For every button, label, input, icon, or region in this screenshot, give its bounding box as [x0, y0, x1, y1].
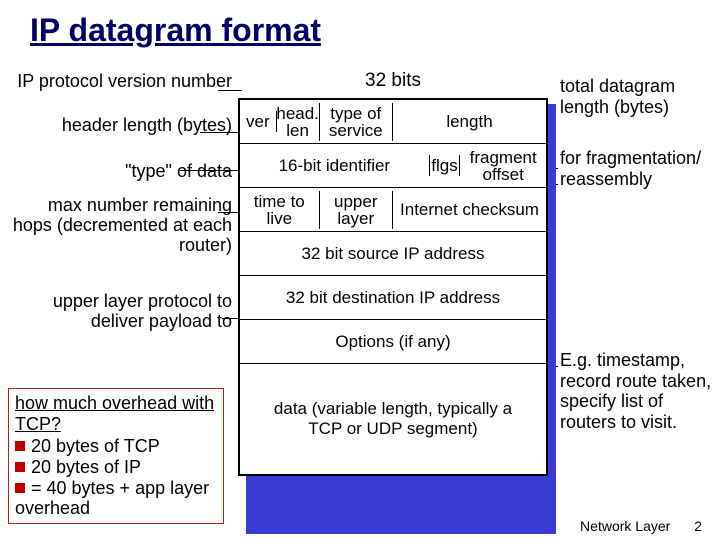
overhead-bullet-1: 20 bytes of TCP	[15, 436, 219, 457]
cell-ident: 16-bit identifier	[240, 155, 430, 176]
overhead-bullet-2: 20 bytes of IP	[15, 457, 219, 478]
footer-label: Network Layer	[580, 518, 670, 534]
cell-upper: upper layer	[320, 191, 393, 229]
cell-ttl: time to live	[240, 191, 320, 229]
datagram-diagram: 32 bits ver head. len type of service le…	[238, 70, 548, 476]
cell-src: 32 bit source IP address	[240, 239, 546, 268]
cell-ver: ver	[240, 111, 277, 132]
cell-tos: type of service	[320, 103, 393, 141]
page-title: IP datagram format	[0, 0, 720, 53]
slide-footer: Network Layer 2	[580, 518, 702, 534]
label-fragmentation: for fragmentation/ reassembly	[560, 148, 715, 189]
label-options: E.g. timestamp, record route taken, spec…	[560, 350, 715, 433]
overhead-b2: 20 bytes of IP	[31, 457, 141, 477]
label-tos: "type" of data	[125, 162, 232, 182]
overhead-callout: how much overhead with TCP? 20 bytes of …	[8, 388, 224, 524]
ip-header-table: ver head. len type of service length 16-…	[238, 98, 548, 476]
cell-flgs: flgs	[430, 155, 461, 176]
label-proto: upper layer protocol to deliver payload …	[8, 292, 232, 332]
cell-opts: Options (if any)	[240, 327, 546, 356]
cell-dst: 32 bit destination IP address	[240, 283, 546, 312]
footer-page: 2	[694, 518, 702, 534]
overhead-question: how much overhead with TCP?	[15, 393, 219, 434]
overhead-b3: = 40 bytes + app layer overhead	[15, 478, 209, 519]
overhead-b1: 20 bytes of TCP	[31, 436, 160, 456]
label-version: IP protocol version number	[17, 72, 232, 92]
cell-length: length	[393, 111, 546, 132]
cell-cksum: Internet checksum	[393, 199, 546, 220]
cell-hlen: head. len	[277, 103, 320, 141]
label-total-length: total datagram length (bytes)	[560, 76, 715, 117]
bits-header: 32 bits	[238, 70, 548, 92]
cell-data: data (variable length, typically a TCP o…	[240, 387, 546, 452]
cell-fragoff: fragment offset	[460, 147, 546, 185]
overhead-bullet-3: = 40 bytes + app layer overhead	[15, 478, 219, 519]
label-ttl: max number remaining hops (decremented a…	[8, 196, 232, 255]
